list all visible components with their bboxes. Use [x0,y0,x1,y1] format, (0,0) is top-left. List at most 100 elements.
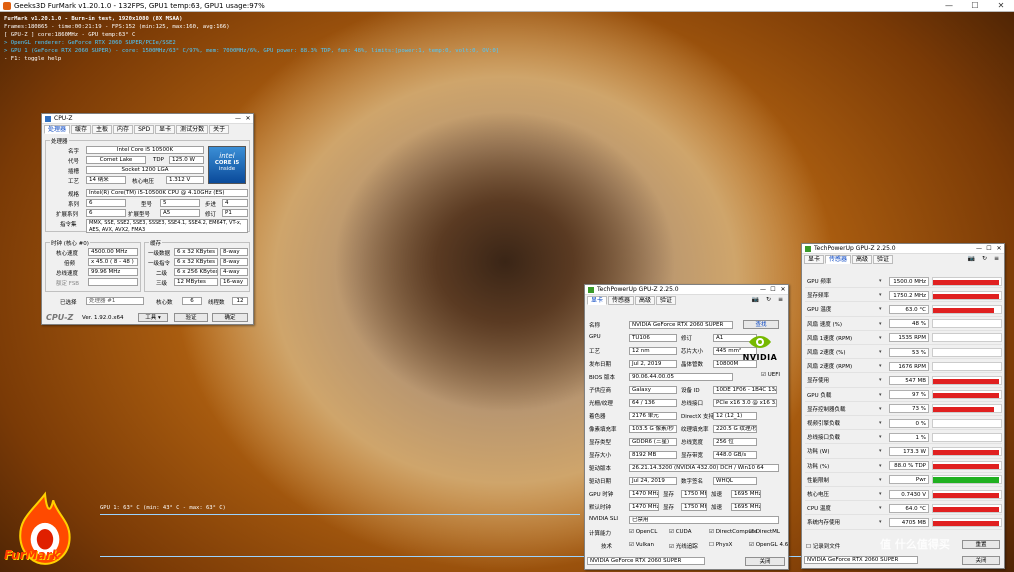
gpuz-uefi-checkbox[interactable]: ☑ UEFI [761,372,780,378]
sensor-graph-fill [933,307,995,313]
gpuz-row-value: 64 / 136 [629,399,677,407]
cpuz-ok-button[interactable]: 确定 [212,313,248,322]
gpuz-row-value: 1470 MHz [629,490,659,498]
cpuz-tab-memory[interactable]: 内存 [113,125,134,134]
gpuz-sensors-tab-advanced[interactable]: 高级 [852,255,873,264]
cpuz-tab-about[interactable]: 关于 [209,125,230,134]
tech-checkbox[interactable]: ☑ 光线追踪 [669,542,698,550]
cpuz-l2-label: 二级 [156,271,168,277]
cpuz-tab-spd[interactable]: SPD [134,125,155,134]
gpuz-tab-sensors[interactable]: 传感器 [608,296,635,305]
cpuz-tab-processor[interactable]: 处理器 [44,125,71,134]
cpuz-tab-bench[interactable]: 测试分数 [176,125,209,134]
refresh-icon[interactable]: ↻ [763,296,774,305]
sensors-menu-icon[interactable]: ≡ [991,255,1002,264]
gpuz-row-value: 已禁用 [629,516,779,524]
cpuz-tab-mainboard[interactable]: 主板 [92,125,113,134]
close-button[interactable]: ✕ [988,1,1014,10]
sensor-graph-fill [933,407,995,413]
sensor-dropdown-icon[interactable]: ▾ [879,278,889,284]
sensor-dropdown-icon[interactable]: ▾ [879,306,889,312]
gpuz-row-label: 名称 [589,323,601,329]
gpuz-row-label-3: 加速 [711,505,723,511]
watermark-text: 值 什么值得买 [880,538,950,551]
cpuz-tab-cache[interactable]: 缓存 [71,125,92,134]
sensor-graph [932,333,1002,343]
cpuz-close-button[interactable]: ✕ [243,115,253,122]
sensor-dropdown-icon[interactable]: ▾ [879,491,889,497]
gpuz-row-label-2: 数字签名 [681,479,704,485]
gpuz-tab-card[interactable]: 显卡 [587,296,608,305]
cpuz-minimize-button[interactable]: — [233,115,243,122]
compute-label: CUDA [675,529,692,535]
sensor-row: GPU 频率 ▾ 1500.0 MHz [805,275,1002,289]
cpuz-l3-value: 12 MBytes [174,278,218,286]
sensor-dropdown-icon[interactable]: ▾ [879,477,889,483]
gpuz-card-select[interactable]: NVIDIA GeForce RTX 2060 SUPER [587,557,705,565]
log-to-file-checkbox[interactable]: ☐ 记录到文件 [806,542,840,550]
cpuz-stepping-label: 步进 [205,202,217,208]
gpuz-sensors-close-button[interactable]: ✕ [994,245,1004,252]
gpuz-row-value: 103.5 G 像素/秒 [629,425,677,433]
tech-checkbox[interactable]: ☐ PhysX [709,542,732,548]
tech-checkbox[interactable]: ☑ Vulkan [629,542,654,548]
gpuz-close-footer-button[interactable]: 关闭 [745,557,785,566]
sensor-row: 功耗 (W) ▾ 173.3 W [805,445,1002,459]
gpuz-row-value: NVIDIA GeForce RTX 2060 SUPER [629,321,733,329]
gpuz-sensors-tab-sensors[interactable]: 传感器 [825,255,852,264]
sensors-camera-icon[interactable]: 📷 [964,255,977,264]
sensor-dropdown-icon[interactable]: ▾ [879,519,889,525]
cpuz-tab-graphics[interactable]: 显卡 [155,125,176,134]
gpu-temp-graph-line [100,514,580,515]
tech-checkbox[interactable]: ☑ OpenGL 4.6 [749,542,788,548]
cpuz-name-value: Intel Core i5 10500K [86,146,204,154]
camera-icon[interactable]: 📷 [748,296,761,305]
gpuz-row-value: TU106 [629,334,677,342]
cpuz-extmodel-value: A5 [160,209,200,217]
sensor-row: 显存频率 ▾ 1750.2 MHz [805,289,1002,303]
sensor-value: 4705 MB [889,517,929,527]
sensor-value: 1676 RPM [889,361,929,371]
sensors-refresh-icon[interactable]: ↻ [979,255,990,264]
minimize-button[interactable]: — [936,1,962,10]
sensor-dropdown-icon[interactable]: ▾ [879,377,889,383]
sensor-graph-fill [933,492,999,498]
compute-checkbox[interactable]: ☑ CUDA [669,529,691,535]
cpuz-validate-button[interactable]: 验证 [174,313,208,322]
sensor-dropdown-icon[interactable]: ▾ [879,434,889,440]
sensor-graph-fill [933,378,999,384]
compute-checkbox[interactable]: ☑ OpenCL [629,529,657,535]
sensor-dropdown-icon[interactable]: ▾ [879,448,889,454]
cpuz-extfamily-value: 6 [86,209,126,217]
gpuz-sensors-tab-card[interactable]: 显卡 [804,255,825,264]
maximize-button[interactable]: ☐ [962,1,988,10]
sensor-dropdown-icon[interactable]: ▾ [879,335,889,341]
sensors-close-button[interactable]: 关闭 [962,556,1000,565]
sensors-reset-button[interactable]: 重置 [962,540,1000,549]
sensor-name: 性能限制 [807,477,830,484]
sensor-dropdown-icon[interactable]: ▾ [879,505,889,511]
gpuz-tab-validation[interactable]: 验证 [656,296,677,305]
compute-checkbox[interactable]: ☑ DirectML [749,529,780,535]
gpuz-sensors-tab-validation[interactable]: 验证 [873,255,894,264]
gpuz-maximize-button[interactable]: ☐ [768,286,778,293]
sensors-card-select[interactable]: NVIDIA GeForce RTX 2060 SUPER [804,556,918,564]
gpuz-lookup-button[interactable]: 查找 [743,320,779,329]
sensor-dropdown-icon[interactable]: ▾ [879,321,889,327]
gpuz-minimize-button[interactable]: — [758,286,768,293]
cpuz-processor-select[interactable]: 处理器 #1 [86,297,144,305]
sensor-dropdown-icon[interactable]: ▾ [879,363,889,369]
sensor-dropdown-icon[interactable]: ▾ [879,349,889,355]
sensor-dropdown-icon[interactable]: ▾ [879,420,889,426]
sensor-dropdown-icon[interactable]: ▾ [879,406,889,412]
menu-icon[interactable]: ≡ [775,296,786,305]
sensor-dropdown-icon[interactable]: ▾ [879,463,889,469]
sensor-dropdown-icon[interactable]: ▾ [879,292,889,298]
sensor-name: 显存使用 [807,378,830,385]
cpuz-tools-button[interactable]: 工具 ▾ [138,313,168,322]
gpuz-close-button[interactable]: ✕ [778,286,788,293]
gpuz-sensors-maximize-button[interactable]: ☐ [984,245,994,252]
gpuz-sensors-minimize-button[interactable]: — [974,245,984,252]
gpuz-tab-advanced[interactable]: 高级 [635,296,656,305]
sensor-dropdown-icon[interactable]: ▾ [879,392,889,398]
